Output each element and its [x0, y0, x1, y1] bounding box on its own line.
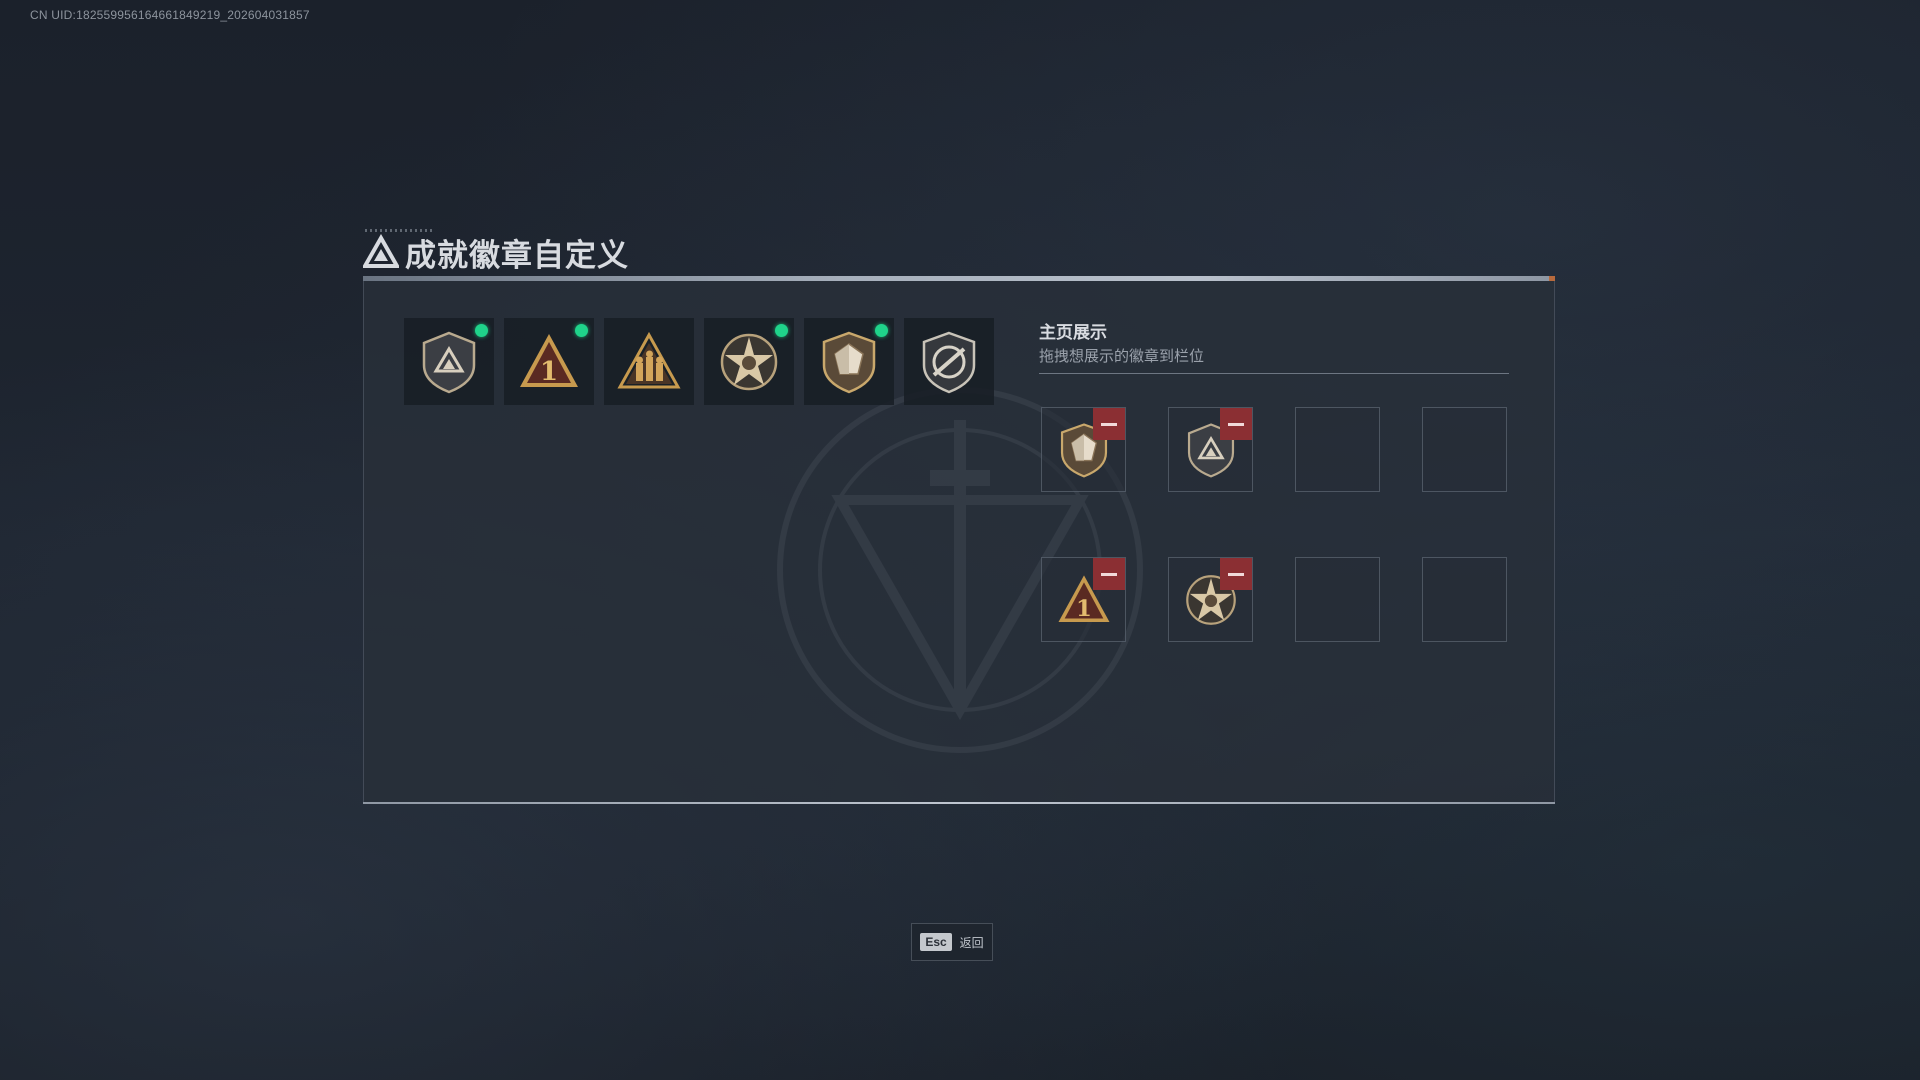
- new-indicator-dot: [875, 324, 888, 337]
- uid-label: CN UID:182559956164661849219_20260403185…: [30, 8, 310, 22]
- new-indicator-dot: [775, 324, 788, 337]
- star-medal-badge-icon: [720, 333, 778, 390]
- badge-tile-5[interactable]: [804, 318, 894, 405]
- badge-tile-6[interactable]: [904, 318, 994, 405]
- page-title: 成就徽章自定义: [405, 237, 629, 274]
- panel-top-bar: [363, 276, 1555, 281]
- showcase-slot-5[interactable]: 1: [1041, 557, 1126, 642]
- showcase-slot-4[interactable]: [1422, 407, 1507, 492]
- new-indicator-dot: [575, 324, 588, 337]
- back-label: 返回: [959, 935, 984, 950]
- svg-text:1: 1: [540, 357, 558, 387]
- esc-key-hint: Esc: [920, 933, 952, 951]
- minus-icon: [1101, 572, 1117, 576]
- badge-tile-4[interactable]: [704, 318, 794, 405]
- showcase-slot-3[interactable]: [1295, 407, 1380, 492]
- showcase-slot-6[interactable]: [1168, 557, 1253, 642]
- new-indicator-dot: [475, 324, 488, 337]
- showcase-divider: [1039, 373, 1509, 374]
- slashed-shield-badge-icon: [922, 331, 976, 393]
- shield-triangle-badge-icon: [422, 331, 476, 393]
- showcase-slot-8[interactable]: [1422, 557, 1507, 642]
- showcase-slot-2[interactable]: [1168, 407, 1253, 492]
- remove-badge-button[interactable]: [1093, 408, 1125, 440]
- showcase-slot-7[interactable]: [1295, 557, 1380, 642]
- showcase-subtitle: 拖拽想展示的徽章到栏位: [1039, 347, 1205, 365]
- remove-badge-button[interactable]: [1093, 558, 1125, 590]
- number-one-triangle-badge-icon: 1: [520, 333, 578, 387]
- badge-tile-1[interactable]: [404, 318, 494, 405]
- badge-tile-2[interactable]: 1: [504, 318, 594, 405]
- showcase-title: 主页展示: [1039, 323, 1107, 343]
- remove-badge-button[interactable]: [1220, 408, 1252, 440]
- remove-badge-button[interactable]: [1220, 558, 1252, 590]
- panel-bottom-line: [363, 802, 1555, 804]
- showcase-slot-1[interactable]: [1041, 407, 1126, 492]
- minus-icon: [1228, 572, 1244, 576]
- minus-icon: [1228, 422, 1244, 426]
- page-header: 成就徽章自定义: [363, 232, 629, 274]
- back-button[interactable]: Esc 返回: [911, 923, 993, 961]
- svg-text:1: 1: [1076, 595, 1092, 621]
- crystal-shield-badge-icon: [822, 331, 876, 393]
- badge-tile-3[interactable]: [604, 318, 694, 405]
- warriors-triangle-badge-icon: [617, 331, 681, 388]
- badge-inventory: 1: [404, 318, 994, 405]
- triangle-logo-icon: [363, 234, 399, 268]
- minus-icon: [1101, 422, 1117, 426]
